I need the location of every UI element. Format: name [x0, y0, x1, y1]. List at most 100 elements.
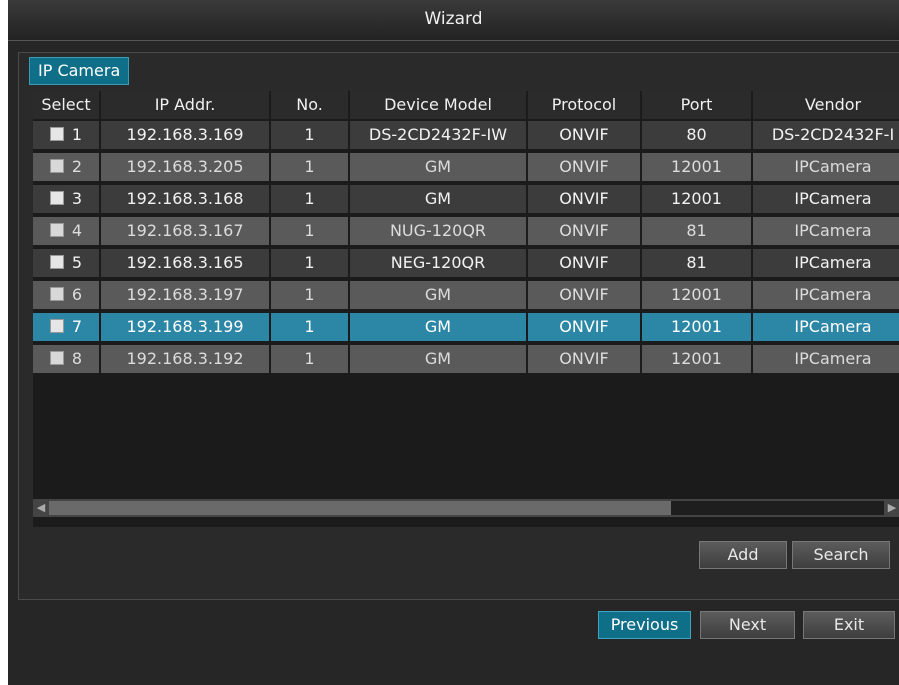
cell-ip-addr: 192.168.3.199 — [101, 313, 269, 341]
column-header-protocol[interactable]: Protocol — [528, 91, 641, 119]
row-number: 8 — [71, 349, 83, 368]
cell-port: 12001 — [642, 313, 751, 341]
cell-port: 12001 — [642, 345, 751, 373]
cell-select[interactable]: 1 — [33, 121, 99, 149]
column-header-ip-addr[interactable]: IP Addr. — [101, 91, 270, 119]
exit-button[interactable]: Exit — [803, 611, 895, 639]
cell-port: 81 — [642, 217, 751, 245]
table-header: Select IP Addr. No. Device Model Protoco… — [33, 91, 899, 120]
cell-vendor: IPCamera — [753, 345, 899, 373]
next-button[interactable]: Next — [700, 611, 795, 639]
cell-ip-addr: 192.168.3.167 — [101, 217, 269, 245]
cell-port: 81 — [642, 249, 751, 277]
cell-protocol: ONVIF — [528, 313, 640, 341]
column-header-device-model[interactable]: Device Model — [350, 91, 527, 119]
title-bar: Wizard — [8, 0, 899, 41]
row-number: 3 — [71, 189, 83, 208]
cell-protocol: ONVIF — [528, 249, 640, 277]
cell-vendor: IPCamera — [753, 313, 899, 341]
cell-no: 1 — [271, 185, 348, 213]
cell-device-model: GM — [350, 185, 526, 213]
table-row[interactable]: 7 192.168.3.199 1 GM ONVIF 12001 IPCamera — [33, 313, 899, 342]
cell-device-model: GM — [350, 281, 526, 309]
checkbox-icon[interactable] — [49, 190, 64, 205]
cell-no: 1 — [271, 345, 348, 373]
cell-vendor: IPCamera — [753, 249, 899, 277]
column-header-port[interactable]: Port — [642, 91, 752, 119]
scrollbar-thumb[interactable] — [49, 501, 671, 515]
checkbox-icon[interactable] — [49, 222, 64, 237]
cell-no: 1 — [271, 121, 348, 149]
cell-vendor: IPCamera — [753, 281, 899, 309]
horizontal-scrollbar[interactable]: ◀ ▶ — [33, 499, 899, 517]
table-row[interactable]: 1 192.168.3.169 1 DS-2CD2432F-IW ONVIF 80 DS-2… — [33, 121, 899, 150]
cell-ip-addr: 192.168.3.165 — [101, 249, 269, 277]
checkbox-icon[interactable] — [49, 286, 64, 301]
cell-protocol: ONVIF — [528, 185, 640, 213]
cell-select[interactable]: 8 — [33, 345, 99, 373]
cell-device-model: NUG-120QR — [350, 217, 526, 245]
table-row[interactable]: 5 192.168.3.165 1 NEG-120QR ONVIF 81 IPCamera — [33, 249, 899, 278]
checkbox-icon[interactable] — [49, 350, 64, 365]
cell-vendor: IPCamera — [753, 185, 899, 213]
cell-device-model: GM — [350, 313, 526, 341]
cell-no: 1 — [271, 313, 348, 341]
camera-table: Select IP Addr. No. Device Model Protoco… — [33, 91, 899, 527]
cell-device-model: GM — [350, 345, 526, 373]
cell-port: 12001 — [642, 185, 751, 213]
row-number: 1 — [71, 125, 83, 144]
table-row[interactable]: 4 192.168.3.167 1 NUG-120QR ONVIF 81 IPCamera — [33, 217, 899, 246]
row-number: 5 — [71, 253, 83, 272]
checkbox-icon[interactable] — [49, 126, 64, 141]
previous-button[interactable]: Previous — [598, 611, 691, 639]
cell-vendor: IPCamera — [753, 217, 899, 245]
cell-no: 1 — [271, 217, 348, 245]
cell-protocol: ONVIF — [528, 121, 640, 149]
table-row[interactable]: 8 192.168.3.192 1 GM ONVIF 12001 IPCamera — [33, 345, 899, 374]
cell-select[interactable]: 5 — [33, 249, 99, 277]
cell-device-model: DS-2CD2432F-IW — [350, 121, 526, 149]
table-row[interactable]: 6 192.168.3.197 1 GM ONVIF 12001 IPCamera — [33, 281, 899, 310]
window-title: Wizard — [424, 9, 483, 29]
cell-protocol: ONVIF — [528, 345, 640, 373]
cell-port: 12001 — [642, 281, 751, 309]
cell-vendor: DS-2CD2432F-I — [753, 121, 899, 149]
wizard-window: Wizard IP Camera Select IP Addr. No. Dev… — [8, 0, 899, 685]
column-header-select[interactable]: Select — [33, 91, 100, 119]
column-header-no[interactable]: No. — [271, 91, 349, 119]
cell-select[interactable]: 7 — [33, 313, 99, 341]
cell-ip-addr: 192.168.3.169 — [101, 121, 269, 149]
tab-ip-camera[interactable]: IP Camera — [29, 57, 130, 85]
scroll-right-arrow-icon[interactable]: ▶ — [884, 499, 899, 517]
cell-ip-addr: 192.168.3.197 — [101, 281, 269, 309]
search-button[interactable]: Search — [792, 541, 890, 569]
cell-select[interactable]: 2 — [33, 153, 99, 181]
add-button[interactable]: Add — [699, 541, 787, 569]
cell-device-model: GM — [350, 153, 526, 181]
ip-camera-panel: IP Camera Select IP Addr. No. Device Mod… — [18, 52, 899, 600]
cell-protocol: ONVIF — [528, 217, 640, 245]
table-row[interactable]: 2 192.168.3.205 1 GM ONVIF 12001 IPCamera — [33, 153, 899, 182]
scroll-left-arrow-icon[interactable]: ◀ — [33, 499, 49, 517]
cell-no: 1 — [271, 281, 348, 309]
cell-no: 1 — [271, 153, 348, 181]
row-number: 2 — [71, 157, 83, 176]
checkbox-icon[interactable] — [49, 254, 64, 269]
cell-device-model: NEG-120QR — [350, 249, 526, 277]
column-header-vendor[interactable]: Vendor — [753, 91, 899, 119]
row-number: 4 — [71, 221, 83, 240]
cell-select[interactable]: 4 — [33, 217, 99, 245]
checkbox-icon[interactable] — [49, 158, 64, 173]
cell-ip-addr: 192.168.3.205 — [101, 153, 269, 181]
row-number: 6 — [71, 285, 83, 304]
table-row[interactable]: 3 192.168.3.168 1 GM ONVIF 12001 IPCamera — [33, 185, 899, 214]
checkbox-icon[interactable] — [49, 318, 64, 333]
scrollbar-track[interactable] — [671, 501, 884, 515]
cell-select[interactable]: 6 — [33, 281, 99, 309]
row-number: 7 — [71, 317, 83, 336]
cell-port: 12001 — [642, 153, 751, 181]
cell-port: 80 — [642, 121, 751, 149]
cell-vendor: IPCamera — [753, 153, 899, 181]
cell-select[interactable]: 3 — [33, 185, 99, 213]
cell-ip-addr: 192.168.3.168 — [101, 185, 269, 213]
